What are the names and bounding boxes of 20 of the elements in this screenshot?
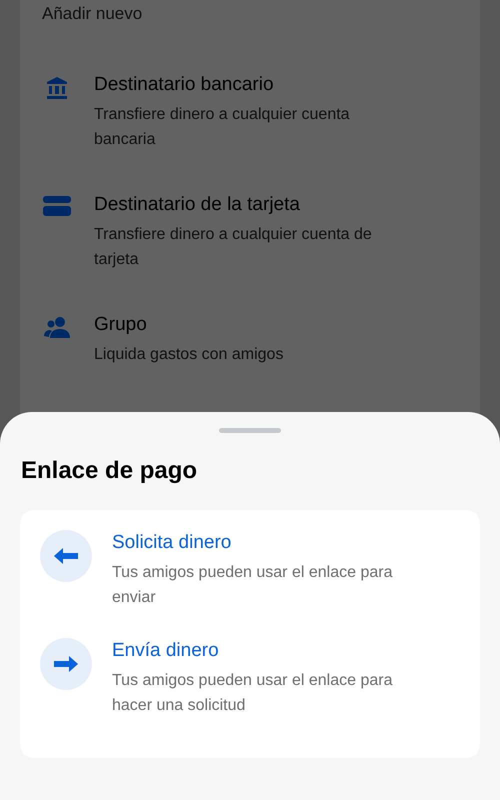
option-title[interactable]: Envía dinero <box>112 640 422 662</box>
bank-icon <box>45 76 69 100</box>
item-subtitle: Liquida gastos con amigos <box>94 345 284 365</box>
card-icon <box>43 196 71 216</box>
group-icon <box>44 316 70 338</box>
item-subtitle: Transfiere dinero a cualquier cuenta bancaria <box>94 105 351 150</box>
option-subtitle: Tus amigos pueden usar el enlace para hacer una solicitud <box>112 671 394 716</box>
option-title[interactable]: Solicita dinero <box>112 532 422 554</box>
option-subtitle: Tus amigos pueden usar el enlace para enviar <box>112 563 394 608</box>
icon-circle[interactable] <box>40 638 92 690</box>
drag-handle[interactable] <box>219 428 281 433</box>
icon-circle[interactable] <box>40 530 92 582</box>
arrow-left-icon <box>54 548 78 564</box>
arrow-right-icon <box>54 656 78 672</box>
item-title[interactable]: Destinatario bancario <box>94 74 404 96</box>
item-title[interactable]: Grupo <box>94 314 404 336</box>
sheet-title: Enlace de pago <box>21 457 198 485</box>
item-title[interactable]: Destinatario de la tarjeta <box>94 194 404 216</box>
item-subtitle: Transfiere dinero a cualquier cuenta de tarjeta <box>94 225 373 270</box>
section-title: Añadir nuevo <box>42 4 144 24</box>
